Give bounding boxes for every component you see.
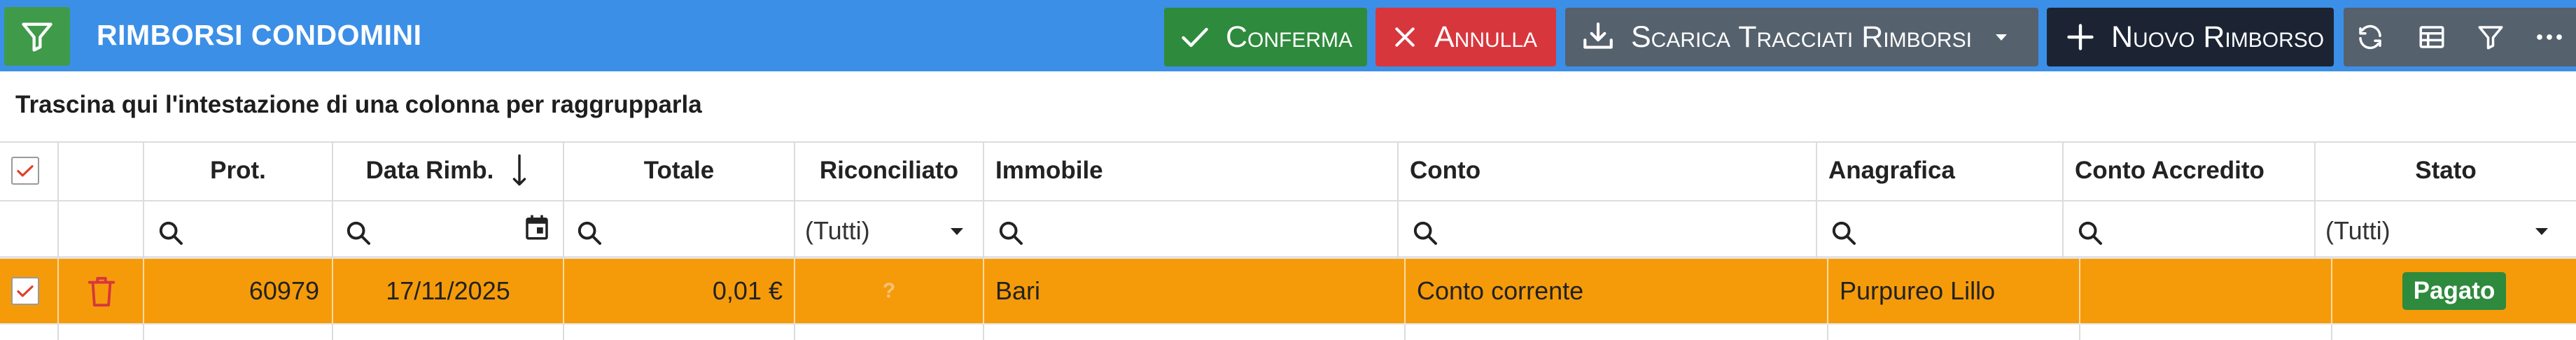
stato-filter-select[interactable]: (Tutti) — [2325, 210, 2570, 252]
col-divider — [143, 325, 144, 340]
cancel-label: Annulla — [1434, 20, 1538, 54]
cell-anagrafica: Purpureo Lillo — [1840, 276, 1996, 305]
row-bottom-border — [0, 323, 2576, 325]
filter-icon — [22, 22, 52, 52]
header-prot[interactable]: Prot. — [144, 143, 332, 199]
col-divider — [332, 325, 333, 340]
col-divider — [2079, 325, 2080, 340]
search-icon[interactable] — [997, 219, 1025, 247]
refresh-button[interactable] — [2353, 20, 2387, 54]
filter-icon — [2478, 26, 2503, 50]
col-divider — [1827, 325, 1828, 340]
row-select-checkbox[interactable] — [11, 277, 39, 305]
close-icon — [1395, 27, 1415, 47]
more-icon — [2537, 34, 2562, 40]
plus-icon — [2067, 24, 2094, 50]
cell-data-rimb: 17/11/2025 — [386, 276, 510, 305]
chevron-down-icon[interactable] — [1993, 29, 2010, 45]
cell-totale: 0,01 € — [712, 276, 783, 305]
check-icon — [17, 165, 34, 177]
cell-prot: 60979 — [248, 276, 319, 305]
group-panel[interactable]: Trascina qui l'intestazione di una colon… — [15, 91, 702, 119]
header-conto[interactable]: Conto — [1399, 143, 1816, 199]
search-icon[interactable] — [1830, 219, 1858, 247]
cell-stato: Pagato — [2332, 259, 2576, 323]
calendar-icon[interactable] — [522, 213, 552, 242]
filter-row-button[interactable] — [2474, 20, 2507, 54]
riconciliato-filter-value: (Tutti) — [805, 216, 870, 245]
cancel-button[interactable]: Annulla — [1376, 8, 1556, 66]
stato-filter-value: (Tutti) — [2325, 216, 2390, 245]
toolbar: RIMBORSI CONDOMINI Conferma Annulla Scar… — [0, 0, 2576, 71]
confirm-label: Conferma — [1226, 20, 1353, 54]
more-options-button[interactable] — [2533, 20, 2566, 54]
search-icon[interactable] — [575, 219, 603, 247]
search-icon[interactable] — [344, 219, 372, 247]
delete-icon[interactable] — [85, 274, 118, 309]
cell-conto: Conto corrente — [1417, 276, 1584, 305]
col-divider — [2331, 325, 2332, 340]
status-badge: Pagato — [2402, 272, 2507, 310]
new-refund-label: Nuovo Rimborso — [2111, 20, 2325, 54]
column-chooser-button[interactable] — [2415, 20, 2449, 54]
search-icon[interactable] — [2076, 219, 2104, 247]
header-riconciliato[interactable]: Riconciliato — [795, 143, 983, 199]
col-divider — [983, 325, 984, 340]
header-anagrafica[interactable]: Anagrafica — [1817, 143, 2062, 199]
new-refund-button[interactable]: Nuovo Rimborso — [2047, 8, 2334, 66]
header-data-rimb[interactable]: Data Rimb. — [333, 143, 563, 199]
header-bottom-border — [0, 200, 2576, 201]
check-icon — [17, 285, 34, 297]
app-title: RIMBORSI CONDOMINI — [97, 19, 422, 51]
search-icon[interactable] — [157, 219, 185, 247]
confirm-button[interactable]: Conferma — [1164, 8, 1367, 66]
header-immobile[interactable]: Immobile — [984, 143, 1397, 199]
download-label: Scarica Tracciati Rimborsi — [1631, 20, 1972, 54]
cell-conto-accredito — [2080, 259, 2331, 323]
header-stato[interactable]: Stato — [2316, 143, 2576, 199]
columns-icon — [2419, 26, 2444, 48]
sort-descending-icon — [513, 154, 526, 186]
filter-toggle-button[interactable] — [4, 7, 70, 66]
check-icon — [1182, 27, 1208, 48]
select-all-checkbox[interactable] — [11, 157, 39, 185]
col-divider — [1404, 325, 1406, 340]
download-tracks-button[interactable]: Scarica Tracciati Rimborsi — [1565, 8, 2038, 66]
cell-immobile: Bari — [995, 276, 1041, 305]
col-divider — [794, 325, 795, 340]
riconciliato-filter-select[interactable]: (Tutti) — [805, 210, 977, 252]
grid-tools — [2344, 8, 2576, 66]
header-conto-accredito[interactable]: Conto Accredito — [2064, 143, 2314, 199]
download-icon — [1583, 22, 1613, 49]
search-icon[interactable] — [1411, 219, 1439, 247]
cell-riconciliato: ? — [795, 259, 983, 323]
row-divider — [57, 259, 59, 323]
unknown-status-icon: ? — [882, 279, 896, 302]
chevron-down-icon — [951, 228, 963, 235]
refresh-icon — [2359, 24, 2381, 50]
header-totale[interactable]: Totale — [564, 143, 794, 199]
header-data-rimb-label: Data Rimb. — [365, 157, 494, 184]
chevron-down-icon — [2535, 228, 2548, 235]
col-divider — [563, 325, 564, 340]
